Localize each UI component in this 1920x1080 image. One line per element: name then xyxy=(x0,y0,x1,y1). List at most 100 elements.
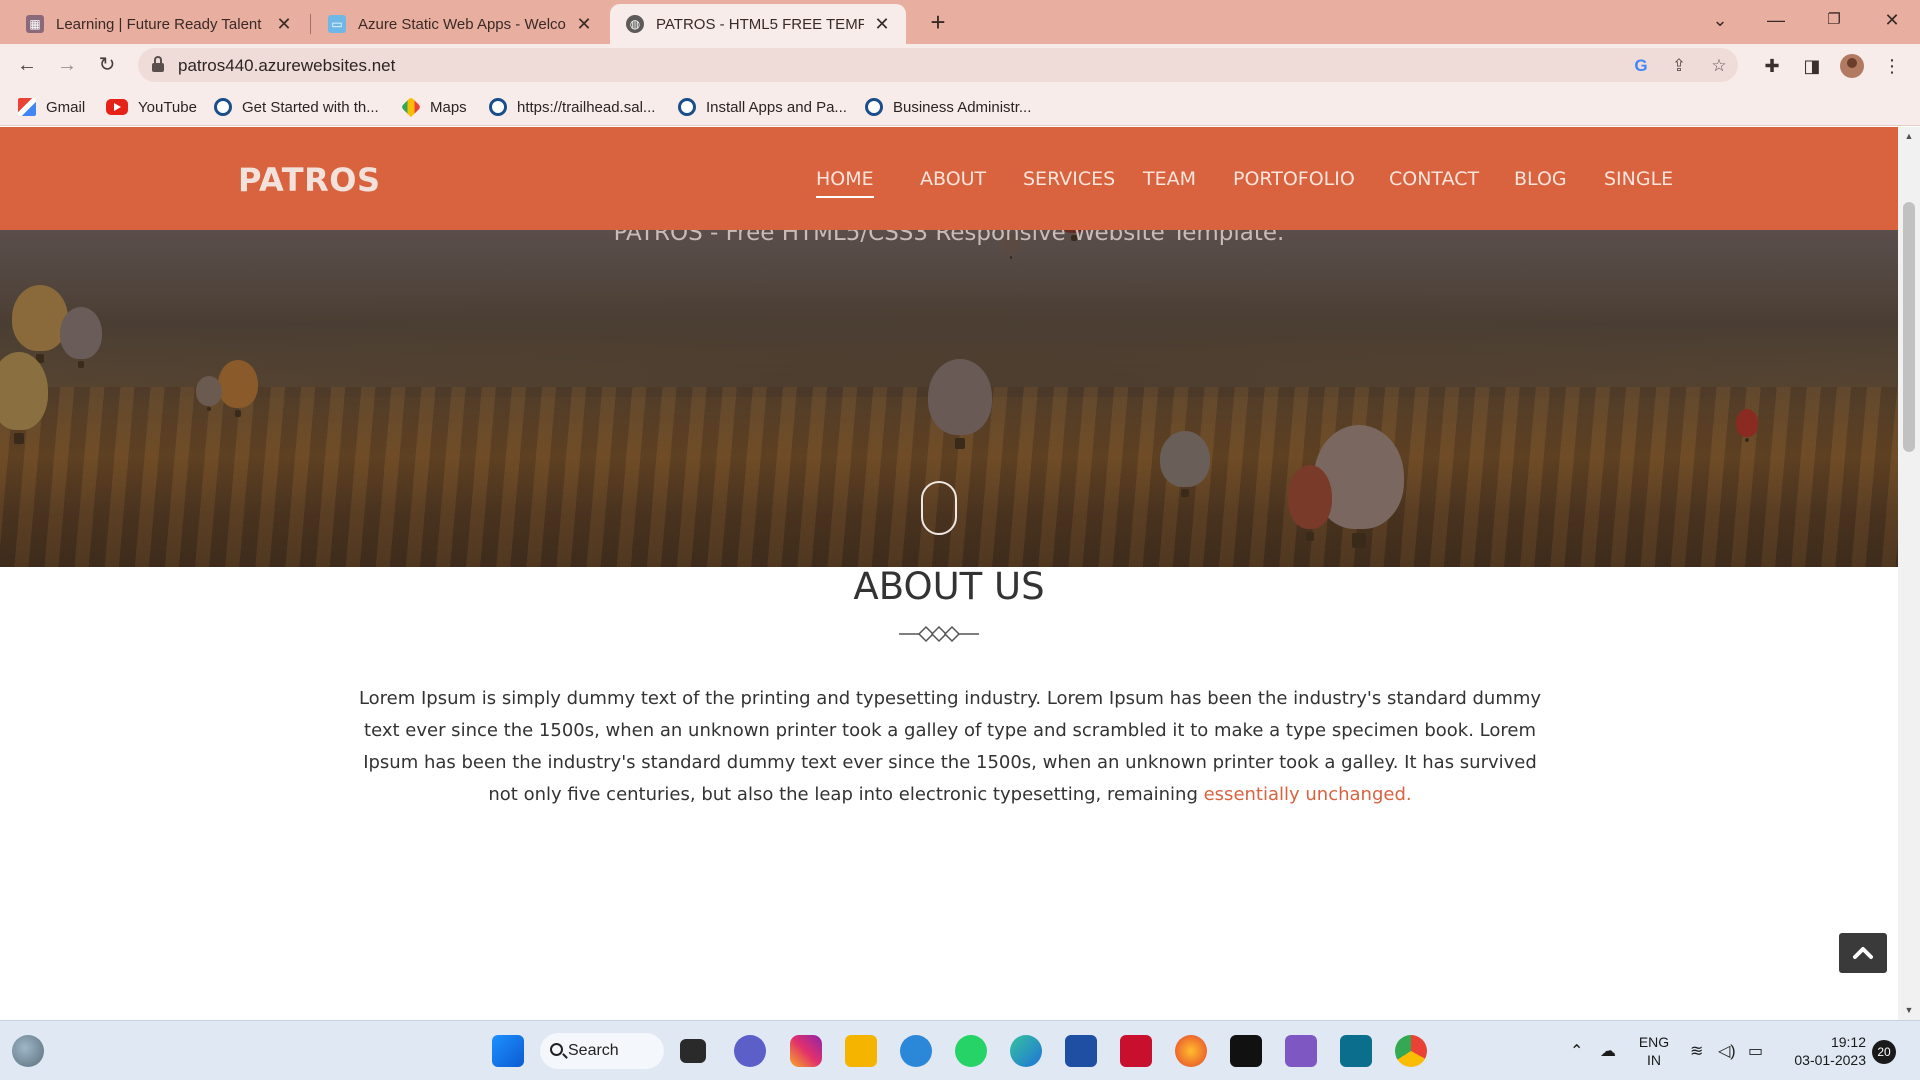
tab-patros[interactable]: ◍ PATROS - HTML5 FREE TEMPLATE ✕ xyxy=(610,4,906,44)
nav-services[interactable]: SERVICES xyxy=(1023,168,1115,198)
bookmarks-bar: Gmail YouTube Get Started with th... Map… xyxy=(0,86,1920,126)
scroll-up-arrow-icon[interactable]: ▲ xyxy=(1903,131,1915,141)
bookmark-install-apps[interactable]: Install Apps and Pa... xyxy=(678,96,847,118)
windows-start-icon[interactable] xyxy=(492,1035,524,1067)
site-logo[interactable]: PATROS xyxy=(238,161,381,199)
teams-chat-icon[interactable] xyxy=(734,1035,766,1067)
taskbar-search-label: Search xyxy=(568,1042,619,1059)
side-panel-icon[interactable]: ◨ xyxy=(1800,54,1824,78)
taskbar-search[interactable]: Search xyxy=(540,1033,664,1069)
extensions-puzzle-icon[interactable]: ✚ xyxy=(1760,54,1784,78)
bookmark-label: https://trailhead.sal... xyxy=(517,98,656,116)
divider-ornament-icon xyxy=(899,625,979,643)
lock-icon xyxy=(152,56,164,72)
about-highlight-link[interactable]: essentially unchanged. xyxy=(1204,784,1412,805)
bookmark-youtube[interactable]: YouTube xyxy=(106,96,197,118)
firefox-icon[interactable] xyxy=(1175,1035,1207,1067)
onedrive-cloud-icon[interactable]: ☁ xyxy=(1600,1041,1616,1061)
tab-separator xyxy=(310,14,311,34)
tab-search-chevron-icon[interactable]: ⌄ xyxy=(1692,0,1748,40)
scrollbar-thumb[interactable] xyxy=(1903,202,1915,452)
address-bar[interactable]: patros440.azurewebsites.net G ⇪ ☆ xyxy=(138,48,1738,82)
tab-azure[interactable]: ▭ Azure Static Web Apps - Welcom ✕ xyxy=(312,4,608,44)
bookmark-get-started[interactable]: Get Started with th... xyxy=(214,96,379,118)
nav-portofolio[interactable]: PORTOFOLIO xyxy=(1233,168,1355,198)
get-help-icon[interactable] xyxy=(900,1035,932,1067)
restore-icon[interactable]: ❐ xyxy=(1806,0,1862,40)
mcafee-icon[interactable] xyxy=(1120,1035,1152,1067)
nav-about[interactable]: ABOUT xyxy=(920,168,986,198)
chevron-up-tray-icon[interactable]: ⌃ xyxy=(1570,1041,1583,1061)
battery-icon[interactable]: ▭ xyxy=(1748,1041,1763,1061)
whatsapp-icon[interactable] xyxy=(955,1035,987,1067)
bookmark-label: YouTube xyxy=(138,98,197,116)
maps-icon xyxy=(400,96,422,118)
adobe-app-icon[interactable] xyxy=(1230,1035,1262,1067)
clock[interactable]: 19:12 03-01-2023 xyxy=(1782,1033,1866,1069)
trailhead-icon xyxy=(214,98,232,116)
bookmark-star-icon[interactable]: ☆ xyxy=(1708,55,1730,77)
kebab-menu-icon[interactable]: ⋮ xyxy=(1880,54,1904,78)
tab-title: PATROS - HTML5 FREE TEMPLATE xyxy=(656,15,864,33)
balloon-image xyxy=(196,376,222,412)
bookmark-label: Get Started with th... xyxy=(242,98,379,116)
back-to-top-button[interactable] xyxy=(1839,933,1887,973)
nav-single[interactable]: SINGLE xyxy=(1604,168,1673,198)
volume-icon[interactable]: ◁) xyxy=(1718,1041,1736,1061)
profile-avatar[interactable] xyxy=(1840,54,1864,78)
microsoft-store-icon[interactable] xyxy=(1065,1035,1097,1067)
trailhead-icon xyxy=(489,98,507,116)
task-view-icon[interactable] xyxy=(680,1039,706,1063)
tab-title: Azure Static Web Apps - Welcom xyxy=(358,15,566,33)
nav-team[interactable]: TEAM xyxy=(1143,168,1196,198)
alexa-icon[interactable] xyxy=(1340,1035,1372,1067)
nav-contact[interactable]: CONTACT xyxy=(1389,168,1479,198)
close-icon[interactable]: ✕ xyxy=(574,14,594,35)
balloon-image xyxy=(1160,431,1210,498)
clock-time: 19:12 xyxy=(1830,1034,1866,1050)
close-icon[interactable]: ✕ xyxy=(274,14,294,35)
bookmark-maps[interactable]: Maps xyxy=(400,96,467,118)
close-icon[interactable]: ✕ xyxy=(872,14,892,35)
nox-player-icon[interactable] xyxy=(1285,1035,1317,1067)
youtube-icon xyxy=(106,99,128,115)
edge-icon[interactable] xyxy=(1010,1035,1042,1067)
widgets-icon[interactable] xyxy=(12,1035,44,1067)
about-paragraph: Lorem Ipsum is simply dummy text of the … xyxy=(352,683,1548,811)
back-arrow-icon[interactable]: ← xyxy=(12,50,42,80)
new-tab-button[interactable]: + xyxy=(922,6,954,38)
notification-badge[interactable]: 20 xyxy=(1872,1040,1896,1064)
chevron-up-icon xyxy=(1853,947,1873,959)
instagram-icon[interactable] xyxy=(790,1035,822,1067)
search-icon xyxy=(550,1043,563,1056)
language-indicator[interactable]: ENG IN xyxy=(1636,1033,1672,1069)
nav-home[interactable]: HOME xyxy=(816,168,874,198)
bookmark-trailhead[interactable]: https://trailhead.sal... xyxy=(489,96,655,118)
url-text[interactable]: patros440.azurewebsites.net xyxy=(178,56,395,76)
azure-icon: ▭ xyxy=(328,15,346,33)
chrome-icon[interactable] xyxy=(1395,1035,1427,1067)
bookmark-business-admin[interactable]: Business Administr... xyxy=(865,96,1031,118)
bookmark-label: Install Apps and Pa... xyxy=(706,98,847,116)
bookmark-label: Gmail xyxy=(46,98,86,116)
file-explorer-icon[interactable] xyxy=(845,1035,877,1067)
reload-icon[interactable]: ↻ xyxy=(92,50,122,80)
nav-blog[interactable]: BLOG xyxy=(1514,168,1567,198)
minimize-icon[interactable]: — xyxy=(1748,0,1804,40)
window-close-icon[interactable]: ✕ xyxy=(1864,0,1920,40)
google-lens-icon[interactable]: G xyxy=(1630,55,1652,77)
wifi-icon[interactable]: ≋ xyxy=(1690,1041,1703,1061)
forward-arrow-icon[interactable]: → xyxy=(52,50,82,80)
bookmark-gmail[interactable]: Gmail xyxy=(18,96,85,118)
trailhead-icon xyxy=(865,98,883,116)
balloon-image xyxy=(60,307,102,369)
page-viewport: PATROS - Free HTML5/CSS3 Responsive Webs… xyxy=(0,127,1898,1020)
tab-learning[interactable]: ▦ Learning | Future Ready Talent ✕ xyxy=(10,4,308,44)
balloon-image xyxy=(1288,465,1332,541)
scroll-down-indicator[interactable] xyxy=(921,481,957,535)
clock-date: 03-01-2023 xyxy=(1794,1052,1866,1068)
page-scrollbar[interactable]: ▲ ▼ xyxy=(1898,127,1920,1020)
share-icon[interactable]: ⇪ xyxy=(1668,55,1690,77)
globe-icon: ◍ xyxy=(626,15,644,33)
scroll-down-arrow-icon[interactable]: ▼ xyxy=(1903,1005,1915,1015)
